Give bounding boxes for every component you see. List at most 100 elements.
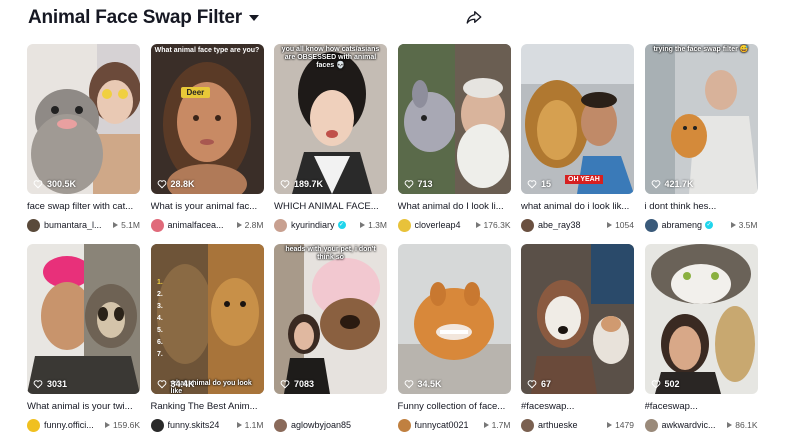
video-caption[interactable]: i dont think hes... — [645, 201, 758, 213]
avatar[interactable] — [397, 218, 411, 232]
play-count: 86.1K — [727, 420, 758, 430]
like-count: 7083 — [280, 379, 314, 389]
play-icon — [113, 222, 119, 228]
username[interactable]: abe_ray38 — [538, 220, 581, 230]
play-count: 5.1M — [113, 220, 140, 230]
avatar[interactable] — [644, 218, 658, 232]
heart-outline-icon — [651, 380, 660, 389]
video-overlay-text: heads with your pet, i don't think so — [285, 246, 376, 261]
username[interactable]: funnycat0021 — [415, 420, 469, 430]
video-caption[interactable]: #faceswap... — [521, 401, 634, 413]
play-count: 3.5M — [730, 220, 758, 230]
video-meta: funny.offici... 159.6K — [27, 418, 140, 432]
video-thumbnail[interactable]: you all know how cats/asians are OBSESSE… — [274, 44, 387, 194]
svg-text:4.: 4. — [157, 315, 163, 322]
verified-badge-icon: ✓ — [705, 221, 714, 229]
play-count: 1054 — [607, 220, 634, 230]
video-thumbnail[interactable]: 3031 — [27, 244, 140, 394]
avatar[interactable] — [274, 218, 287, 232]
video-caption[interactable] — [274, 401, 387, 413]
username[interactable]: animalfacea... — [168, 220, 224, 230]
video-thumbnail[interactable]: 713 — [397, 44, 511, 194]
username[interactable]: kyurindiary — [291, 220, 335, 230]
username[interactable]: funny.offici... — [44, 420, 94, 430]
video-caption[interactable]: What is your animal fac... — [151, 201, 264, 213]
avatar[interactable] — [150, 218, 164, 232]
video-card[interactable]: 502 #faceswap... awkwardvic... 86.1K — [644, 244, 758, 444]
video-card[interactable]: 34.5K Funny collection of face... funnyc… — [397, 244, 511, 444]
like-count: 28.8K — [157, 179, 195, 189]
share-icon[interactable] — [465, 8, 483, 26]
like-count: 3031 — [33, 379, 67, 389]
video-overlay-text: trying the face swap filter 😅 — [653, 46, 749, 53]
heart-outline-icon — [280, 380, 290, 389]
heart-outline-icon — [280, 180, 290, 189]
chevron-down-icon[interactable] — [248, 15, 259, 21]
username[interactable]: abrameng — [662, 220, 703, 230]
like-count: 300.5K — [33, 179, 76, 189]
video-caption[interactable]: WHICH ANIMAL FACE... — [274, 201, 387, 213]
video-thumbnail[interactable]: What animal face type are you? Deer 28.8… — [150, 44, 264, 194]
video-caption[interactable]: What animal do I look li... — [398, 201, 511, 213]
video-caption[interactable]: what animal do i look lik... — [521, 201, 634, 213]
video-thumbnail[interactable]: heads with your pet, i don't think so 70… — [274, 244, 387, 394]
video-thumbnail[interactable]: 34.5K — [397, 244, 511, 394]
heart-outline-icon — [404, 180, 413, 189]
username[interactable]: aglowbyjoan85 — [291, 420, 351, 430]
video-card[interactable]: What animal face type are you? Deer 28.8… — [150, 44, 264, 244]
username[interactable]: awkwardvic... — [662, 420, 716, 430]
avatar[interactable] — [397, 418, 411, 432]
video-card[interactable]: 3031 What animal is your twi... funny.of… — [27, 244, 140, 444]
video-thumbnail[interactable]: 1. 2. 3. 4. 5. 6. 7. what animal do you … — [150, 244, 264, 394]
video-caption[interactable]: #faceswap... — [645, 401, 758, 413]
video-thumbnail[interactable]: trying the face swap filter 😅 421.7K — [644, 44, 758, 194]
video-card[interactable]: heads with your pet, i don't think so 70… — [274, 244, 387, 444]
play-icon — [236, 222, 242, 228]
video-thumbnail[interactable]: 300.5K — [27, 44, 140, 194]
username[interactable]: bumantara_l... — [44, 220, 102, 230]
play-icon — [105, 422, 111, 428]
like-count: 502 — [651, 379, 680, 389]
play-count: 1.3M — [360, 220, 387, 230]
username[interactable]: funny.skits24 — [168, 420, 220, 430]
avatar[interactable] — [644, 418, 658, 432]
avatar[interactable] — [521, 218, 534, 232]
play-icon — [483, 422, 489, 428]
video-card[interactable]: trying the face swap filter 😅 421.7K i d… — [644, 44, 758, 244]
video-card[interactable]: you all know how cats/asians are OBSESSE… — [274, 44, 387, 244]
video-thumbnail[interactable]: 67 — [521, 244, 634, 394]
avatar[interactable] — [27, 418, 40, 432]
avatar[interactable] — [274, 418, 287, 432]
video-thumbnail[interactable]: 502 — [644, 244, 758, 394]
verified-badge-icon: ✓ — [337, 221, 346, 229]
video-meta: abrameng ✓ 3.5M — [644, 218, 758, 232]
video-card[interactable]: 713 What animal do I look li... cloverle… — [397, 44, 511, 244]
play-count: 1.7M — [483, 420, 511, 430]
video-caption[interactable]: Funny collection of face... — [398, 401, 511, 413]
filter-result-sticker: Deer — [180, 87, 211, 98]
video-meta: funnycat0021 1.7M — [397, 418, 511, 432]
video-thumbnail[interactable]: OH YEAH 15 — [521, 44, 634, 194]
video-caption[interactable]: face swap filter with cat... — [27, 201, 140, 213]
avatar[interactable] — [27, 218, 40, 232]
svg-text:2.: 2. — [157, 291, 163, 298]
username[interactable]: cloverleap4 — [415, 220, 461, 230]
video-card[interactable]: 67 #faceswap... arthueske 1479 — [521, 244, 634, 444]
video-caption[interactable]: What animal is your twi... — [27, 401, 140, 413]
like-count: 34.4K — [157, 379, 195, 389]
heart-outline-icon — [157, 380, 166, 389]
like-count: 15 — [527, 179, 551, 189]
username[interactable]: arthueske — [538, 420, 578, 430]
video-overlay-text: What animal face type are you? — [154, 47, 260, 54]
video-meta: aglowbyjoan85 — [274, 418, 387, 432]
avatar[interactable] — [150, 418, 164, 432]
heart-outline-icon — [33, 380, 43, 389]
play-icon — [727, 422, 733, 428]
video-caption[interactable]: Ranking The Best Anim... — [151, 401, 264, 413]
video-card[interactable]: OH YEAH 15 what animal do i look lik... … — [521, 44, 634, 244]
video-card[interactable]: 300.5K face swap filter with cat... buma… — [27, 44, 140, 244]
avatar[interactable] — [521, 418, 534, 432]
svg-text:3.: 3. — [157, 303, 163, 310]
heart-outline-icon — [33, 180, 43, 189]
video-card[interactable]: 1. 2. 3. 4. 5. 6. 7. what animal do you … — [150, 244, 264, 444]
